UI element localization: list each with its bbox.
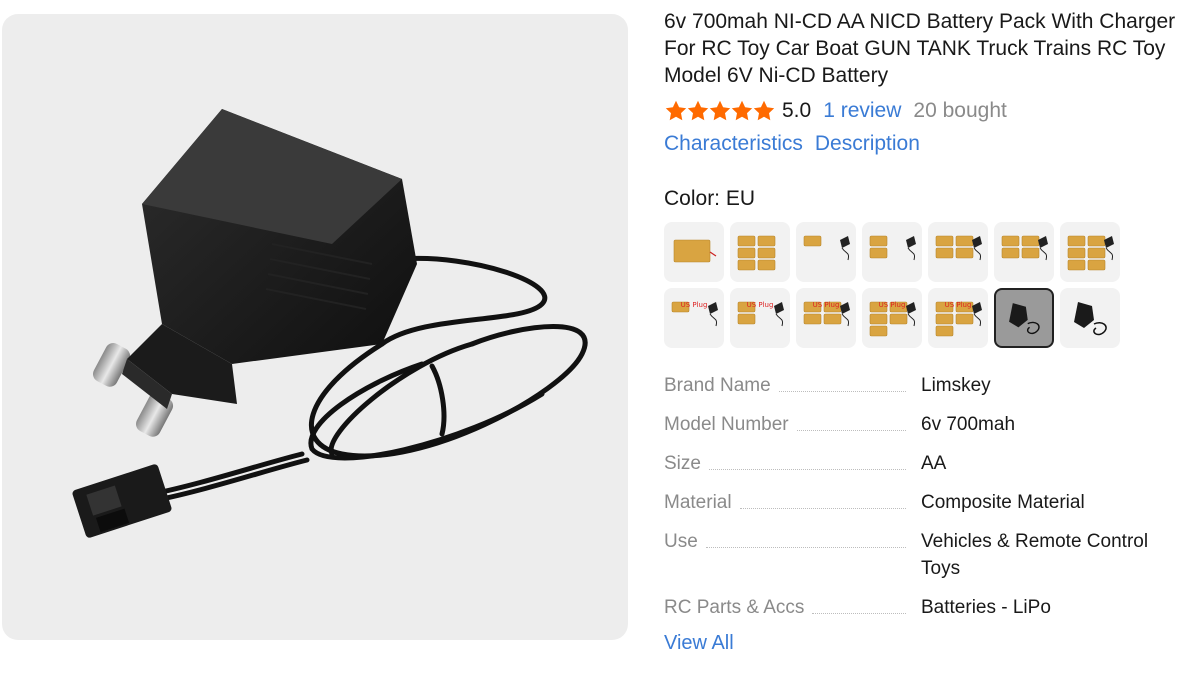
tab-characteristics[interactable]: Characteristics — [664, 132, 803, 156]
tab-description[interactable]: Description — [815, 132, 920, 156]
spec-value: Batteries - LiPo — [921, 597, 1051, 618]
product-tabs: Characteristics Description — [664, 132, 932, 156]
star-icon — [753, 100, 775, 121]
star-icon — [709, 100, 731, 121]
view-all-link[interactable]: View All — [664, 632, 734, 655]
spec-value: Vehicles & Remote Control Toys — [921, 531, 1149, 579]
spec-row: Material Composite Material — [664, 489, 1184, 528]
color-swatch[interactable] — [862, 222, 922, 282]
color-label: Color: EU — [664, 187, 756, 210]
spec-row: Model Number 6v 700mah — [664, 411, 1184, 450]
swatch-thumbnail — [869, 235, 916, 261]
color-swatch[interactable] — [1060, 222, 1120, 282]
spec-key: Size — [664, 453, 701, 474]
color-swatch[interactable] — [928, 222, 988, 282]
specs-list: Brand Name Limskey Model Number 6v 700mah Si… — [664, 372, 1184, 633]
spec-key-wrap: Material — [664, 489, 910, 516]
spec-dots — [812, 612, 906, 614]
swatch-thumbnail — [803, 235, 850, 261]
swatch-thumbnail — [1009, 303, 1040, 335]
charger-image — [72, 109, 588, 538]
swatch-plug-tag: US Plug — [878, 301, 906, 309]
swatch-thumbnail — [671, 301, 718, 327]
spec-value: Composite Material — [921, 492, 1085, 513]
swatch-thumbnail — [1067, 235, 1114, 271]
spec-dots — [739, 507, 906, 509]
spec-key: Use — [664, 531, 698, 552]
swatch-thumbnail — [869, 301, 916, 337]
swatch-thumbnail — [1001, 235, 1048, 261]
spec-key-wrap: Use — [664, 528, 910, 555]
swatch-plug-tag: US Plug — [680, 301, 708, 309]
color-swatch[interactable]: US Plug — [664, 288, 724, 348]
rating-row: 5.0 1 review 20 bought — [664, 96, 1007, 126]
reviews-link[interactable]: 1 review — [823, 99, 901, 123]
color-swatch[interactable]: US Plug — [730, 288, 790, 348]
rating-value: 5.0 — [782, 99, 812, 122]
swatch-thumbnail — [803, 301, 850, 327]
spec-key: RC Parts & Accs — [664, 597, 805, 618]
bought-count: 20 bought — [913, 99, 1007, 122]
swatch-plug-tag: US Plug — [944, 301, 972, 309]
spec-dots — [778, 390, 906, 392]
spec-key-wrap: RC Parts & Accs — [664, 594, 910, 621]
color-swatch[interactable]: US Plug — [862, 288, 922, 348]
product-main-image[interactable] — [2, 14, 628, 640]
swatch-thumbnail — [737, 301, 784, 327]
spec-key-wrap: Brand Name — [664, 372, 910, 399]
spec-dots — [796, 429, 906, 431]
spec-dots — [705, 546, 906, 548]
swatch-thumbnail — [935, 235, 982, 261]
rating-stars — [664, 99, 775, 123]
color-swatch[interactable] — [796, 222, 856, 282]
spec-key-wrap: Size — [664, 450, 910, 477]
swatch-thumbnail — [673, 239, 717, 263]
spec-dots — [708, 468, 906, 470]
spec-key: Material — [664, 492, 732, 513]
product-title: 6v 700mah NI-CD AA NICD Battery Pack Wit… — [664, 10, 1176, 87]
star-icon — [687, 100, 709, 121]
spec-key: Model Number — [664, 414, 789, 435]
star-icon — [665, 100, 687, 121]
swatch-plug-tag: US Plug — [746, 301, 774, 309]
swatch-thumbnail — [737, 235, 776, 271]
color-swatch[interactable]: US Plug — [928, 288, 988, 348]
spec-value: 6v 700mah — [921, 414, 1016, 435]
spec-row: RC Parts & Accs Batteries - LiPo — [664, 594, 1184, 633]
color-swatch[interactable] — [730, 222, 790, 282]
color-swatch[interactable]: US Plug — [796, 288, 856, 348]
star-icon — [731, 100, 753, 121]
color-swatches: US Plug US Plug US Plug US Plug US Plug — [664, 222, 1134, 348]
swatch-thumbnail — [935, 301, 982, 337]
color-swatch[interactable] — [664, 222, 724, 282]
swatch-plug-tag: US Plug — [812, 301, 840, 309]
spec-row: Use Vehicles & Remote Control Toys — [664, 528, 1184, 594]
color-swatch[interactable] — [994, 288, 1054, 348]
spec-key-wrap: Model Number — [664, 411, 910, 438]
spec-row: Brand Name Limskey — [664, 372, 1184, 411]
spec-value: AA — [921, 453, 947, 474]
color-swatch[interactable] — [1060, 288, 1120, 348]
spec-row: Size AA — [664, 450, 1184, 489]
swatch-thumbnail — [1074, 302, 1107, 336]
color-swatch[interactable] — [994, 222, 1054, 282]
spec-key: Brand Name — [664, 375, 771, 396]
spec-value: Limskey — [921, 375, 991, 396]
